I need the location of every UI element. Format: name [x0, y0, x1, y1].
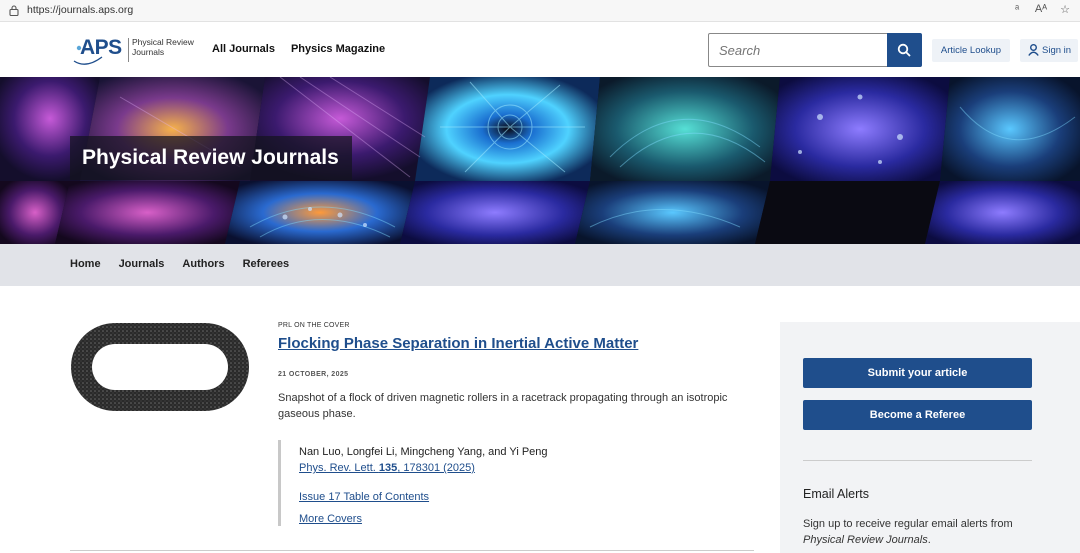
email-alerts-heading: Email Alerts: [803, 487, 869, 501]
favorite-star-icon[interactable]: ☆: [1058, 3, 1072, 16]
main-nav: All Journals Physics Magazine: [212, 43, 385, 55]
search-button[interactable]: [887, 33, 922, 67]
become-referee-button[interactable]: Become a Referee: [803, 400, 1032, 430]
sign-in-label: Sign in: [1042, 45, 1072, 56]
subnav-referees[interactable]: Referees: [243, 258, 289, 270]
search-input[interactable]: [709, 34, 887, 66]
aps-logo[interactable]: APS Physical Review Journals: [72, 36, 197, 66]
article-title-link[interactable]: Flocking Phase Separation in Inertial Ac…: [278, 335, 638, 352]
banner-title-box: Physical Review Journals: [70, 136, 352, 180]
toc-link[interactable]: Issue 17 Table of Contents: [299, 491, 429, 503]
subnav-authors[interactable]: Authors: [182, 258, 224, 270]
site-header: APS Physical Review Journals All Journal…: [0, 22, 1080, 77]
article-lookup-button[interactable]: Article Lookup: [932, 39, 1010, 62]
subnav-journals[interactable]: Journals: [119, 258, 165, 270]
more-covers-link[interactable]: More Covers: [299, 513, 362, 525]
nav-physics-magazine[interactable]: Physics Magazine: [291, 43, 385, 55]
article-kicker: PRL ON THE COVER: [278, 322, 350, 329]
citation-bar: [278, 440, 281, 526]
nav-all-journals[interactable]: All Journals: [212, 43, 275, 55]
submit-article-button[interactable]: Submit your article: [803, 358, 1032, 388]
read-aloud-icon[interactable]: ᵃ: [1010, 3, 1024, 16]
sidebar-divider: [803, 460, 1032, 461]
lock-icon: [9, 5, 19, 16]
main-divider: [70, 550, 754, 551]
text-size-icon[interactable]: Aᴬ: [1034, 3, 1048, 16]
article-authors: Nan Luo, Longfei Li, Mingcheng Yang, and…: [299, 446, 548, 458]
banner-title: Physical Review Journals: [82, 146, 339, 169]
browser-address-bar: https://journals.aps.org ᵃ Aᴬ ☆: [0, 0, 1080, 22]
sidebar: Submit your article Become a Referee Ema…: [780, 322, 1080, 553]
hero-banner: Physical Review Journals: [0, 77, 1080, 244]
citation-link[interactable]: Phys. Rev. Lett. 135, 178301 (2025): [299, 462, 475, 474]
article-description: Snapshot of a flock of driven magnetic r…: [278, 392, 728, 420]
user-icon: [1028, 44, 1039, 56]
logo-divider: [128, 38, 129, 62]
url-text[interactable]: https://journals.aps.org: [27, 4, 133, 16]
sign-in-button[interactable]: Sign in: [1020, 39, 1078, 62]
search-field: [708, 33, 888, 67]
email-alerts-description: Sign up to receive regular email alerts …: [803, 518, 1013, 546]
logo-subtitle: Physical Review Journals: [132, 37, 194, 57]
subnav-home[interactable]: Home: [70, 258, 101, 270]
search-icon: [897, 43, 911, 57]
logo-aps-text: APS: [80, 36, 122, 59]
article-date: 21 OCTOBER, 2025: [278, 371, 349, 378]
section-nav: Home Journals Authors Referees: [0, 244, 1080, 286]
cover-image[interactable]: [70, 322, 250, 412]
